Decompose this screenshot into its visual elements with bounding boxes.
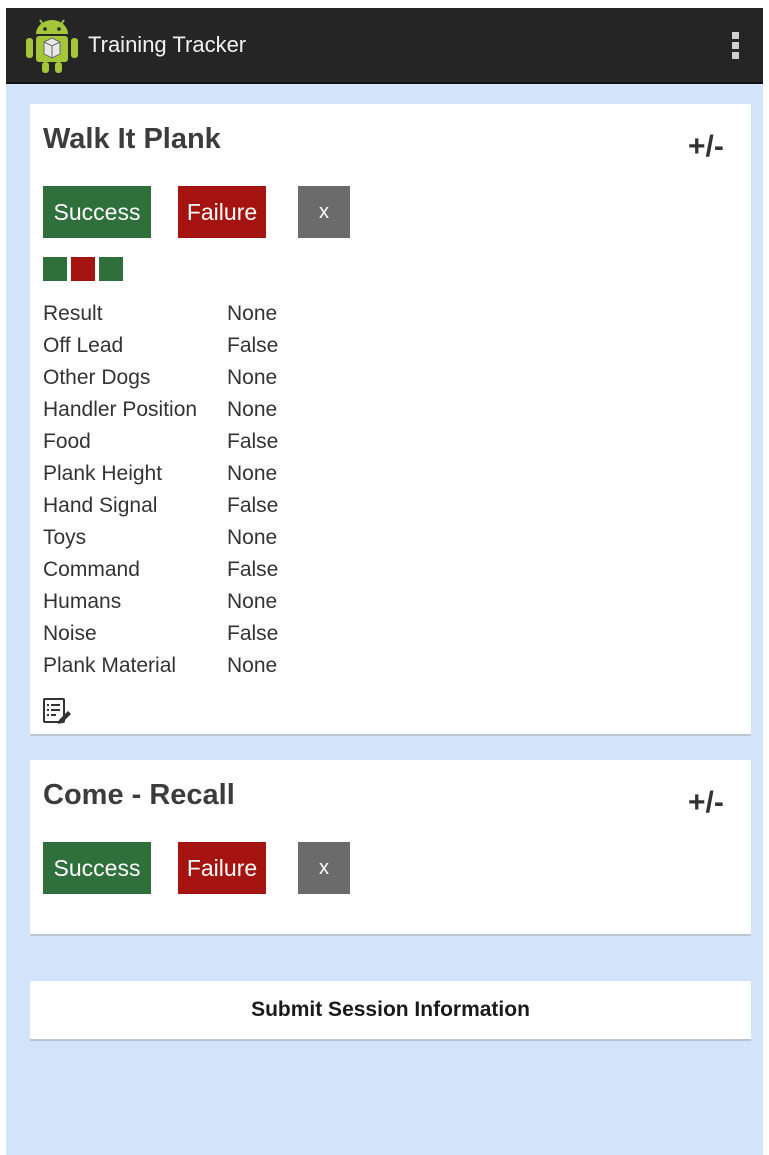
history-marker-failure [71,257,95,281]
edit-notes-icon[interactable] [41,696,73,728]
attribute-label: Off Lead [43,334,124,357]
attribute-label: Other Dogs [43,366,151,389]
app-screen: Training Tracker Walk It Plank +/- Succe… [6,8,763,1155]
clear-button[interactable]: x [298,842,350,894]
success-button[interactable]: Success [43,842,151,894]
attribute-label: Toys [43,526,87,549]
attribute-value: None [227,302,278,325]
action-bar: Training Tracker [6,8,763,84]
attribute-label: Plank Material [43,654,177,677]
success-button[interactable]: Success [43,186,151,238]
attribute-label: Food [43,430,91,453]
exercise-title: Come - Recall [43,779,235,811]
history-marker-success [99,257,123,281]
attribute-value: False [227,430,279,453]
attribute-value: None [227,398,278,421]
attribute-label: Plank Height [43,462,163,485]
submit-session-button[interactable]: Submit Session Information [30,981,751,1039]
app-title: Training Tracker [88,32,247,57]
attribute-value: None [227,462,278,485]
attribute-label: Handler Position [43,398,198,421]
exercise-title: Walk It Plank [43,123,221,155]
attribute-value: None [227,366,278,389]
history-marker-success [43,257,67,281]
attribute-value: False [227,622,279,645]
expand-toggle-button[interactable]: +/- [688,130,724,164]
clear-button[interactable]: x [298,186,350,238]
attribute-label: Humans [43,590,122,613]
android-app-icon[interactable] [26,16,78,74]
exercise-card-come-recall: Come - Recall +/- Success Failure x [30,760,751,934]
attribute-value: None [227,526,278,549]
attribute-value: False [227,334,279,357]
attribute-value: None [227,654,278,677]
attribute-label: Command [43,558,140,581]
exercise-card-walk-it-plank: Walk It Plank +/- Success Failure x Resu… [30,104,751,734]
attribute-value: False [227,558,279,581]
attribute-value: False [227,494,279,517]
overflow-menu-icon[interactable] [730,32,742,62]
attribute-label: Noise [43,622,97,645]
failure-button[interactable]: Failure [178,842,266,894]
attribute-label: Result [43,302,103,325]
failure-button[interactable]: Failure [178,186,266,238]
attribute-label: Hand Signal [43,494,158,517]
expand-toggle-button[interactable]: +/- [688,786,724,820]
attribute-value: None [227,590,278,613]
